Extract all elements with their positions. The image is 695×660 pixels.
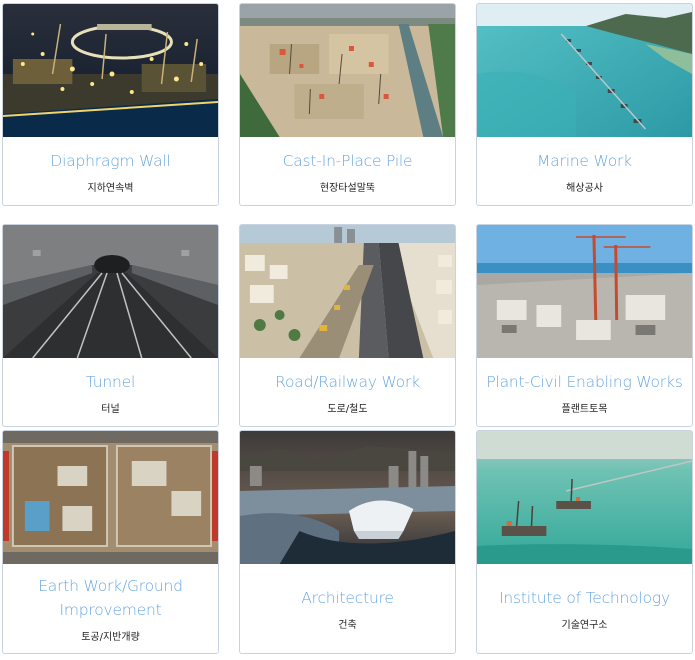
- card-caption: Institute of Technology 기술연구소: [477, 564, 692, 653]
- card-title: Tunnel: [85, 372, 136, 391]
- card-subtitle: 지하연속벽: [87, 182, 134, 194]
- architecture-photo: [240, 431, 455, 564]
- card-title: Plant-Civil Enabling Works: [486, 372, 683, 391]
- marine-work-photo: [477, 4, 692, 137]
- road-railway-photo: [240, 225, 455, 358]
- card-title: Marine Work: [537, 151, 632, 170]
- card-caption: Road/Railway Work 도로/철도: [240, 358, 455, 426]
- card-tunnel[interactable]: Tunnel 터널: [2, 224, 219, 427]
- card-caption: Architecture 건축: [240, 564, 455, 653]
- cast-in-place-pile-photo: [240, 4, 455, 137]
- diaphragm-wall-photo: [3, 4, 218, 137]
- earth-work-photo: [3, 431, 218, 564]
- card-caption: Cast-In-Place Pile 현장타설말뚝: [240, 137, 455, 205]
- card-title: Architecture: [301, 589, 394, 607]
- card-marine-work[interactable]: Marine Work 해상공사: [476, 3, 693, 206]
- card-subtitle: 도로/철도: [327, 403, 368, 415]
- card-diaphragm-wall[interactable]: Diaphragm Wall 지하연속벽: [2, 3, 219, 206]
- card-title: Institute of Technology: [499, 589, 670, 607]
- card-subtitle: 기술연구소: [561, 620, 608, 631]
- card-caption: Earth Work/Ground Improvement 토공/지반개량: [3, 564, 218, 653]
- tunnel-photo: [3, 225, 218, 358]
- card-caption: Diaphragm Wall 지하연속벽: [3, 137, 218, 205]
- card-caption: Tunnel 터널: [3, 358, 218, 426]
- card-architecture[interactable]: Architecture 건축: [239, 430, 456, 654]
- card-road-railway-work[interactable]: Road/Railway Work 도로/철도: [239, 224, 456, 427]
- card-subtitle: 토공/지반개량: [81, 632, 140, 643]
- card-subtitle: 터널: [101, 403, 120, 415]
- card-earth-work-ground-improvement[interactable]: Earth Work/Ground Improvement 토공/지반개량: [2, 430, 219, 654]
- card-title: Earth Work/Ground Improvement: [38, 577, 183, 619]
- card-caption: Marine Work 해상공사: [477, 137, 692, 205]
- card-plant-civil-enabling-works[interactable]: Plant-Civil Enabling Works 플랜트토목: [476, 224, 693, 427]
- card-institute-of-technology[interactable]: Institute of Technology 기술연구소: [476, 430, 693, 654]
- card-subtitle: 건축: [338, 620, 357, 631]
- card-subtitle: 플랜트토목: [561, 403, 608, 415]
- card-subtitle: 현장타설말뚝: [319, 182, 376, 194]
- plant-civil-photo: [477, 225, 692, 358]
- institute-of-technology-photo: [477, 431, 692, 564]
- card-title: Road/Railway Work: [275, 372, 420, 391]
- card-cast-in-place-pile[interactable]: Cast-In-Place Pile 현장타설말뚝: [239, 3, 456, 206]
- card-title: Cast-In-Place Pile: [282, 151, 413, 170]
- card-subtitle: 해상공사: [566, 182, 603, 194]
- card-caption: Plant-Civil Enabling Works 플랜트토목: [477, 358, 692, 426]
- card-title: Diaphragm Wall: [50, 151, 171, 170]
